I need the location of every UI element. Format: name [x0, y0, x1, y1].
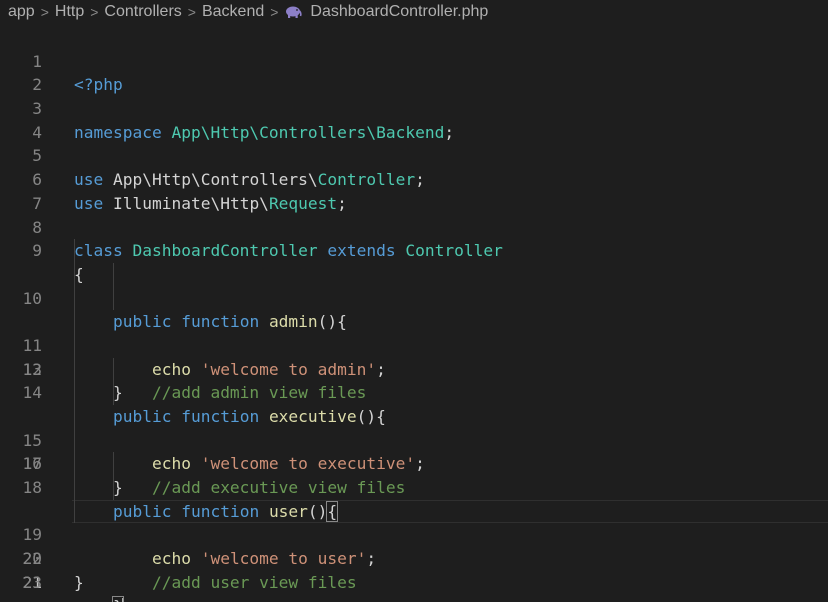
indent-guide — [74, 405, 75, 429]
indent-guide — [74, 286, 75, 311]
code-line[interactable]: 13 } — [0, 310, 828, 402]
code-line[interactable]: 12 //add admin view files — [0, 286, 828, 402]
chevron-right-icon: > — [270, 4, 279, 20]
indent-guide — [74, 476, 75, 500]
indent-guide — [113, 452, 114, 477]
indent-guide — [74, 452, 75, 477]
code-text: } — [74, 595, 124, 602]
chevron-right-icon: > — [40, 4, 49, 20]
code-editor[interactable]: app > Http > Controllers > Backend > Das… — [0, 0, 828, 602]
code-line[interactable]: 15 echo 'welcome to executive'; — [0, 357, 828, 473]
indent-guide — [74, 333, 75, 358]
text-cursor — [121, 598, 124, 602]
code-line[interactable]: 23 — [0, 547, 828, 592]
code-line[interactable]: 22 } — [0, 523, 828, 592]
indent-guide — [74, 428, 75, 453]
breadcrumb: app > Http > Controllers > Backend > Das… — [0, 0, 828, 24]
code-line[interactable]: 9 { — [0, 216, 828, 284]
code-line[interactable]: 1 <?php — [0, 26, 828, 95]
breadcrumb-item-http[interactable]: Http — [55, 3, 84, 21]
code-line[interactable]: 18 public function user(){ — [0, 428, 828, 522]
code-line[interactable]: 10 public function admin(){ — [0, 239, 828, 331]
code-line[interactable]: 7 — [0, 168, 828, 213]
chevron-right-icon: > — [90, 4, 99, 20]
breadcrumb-item-backend[interactable]: Backend — [202, 3, 264, 21]
code-text: //add user view files — [151, 572, 357, 592]
code-line[interactable]: 2 — [0, 50, 828, 94]
code-line[interactable]: 14 public function executive(){ — [0, 333, 828, 426]
code-line[interactable]: 20 //add user view files — [0, 476, 828, 592]
code-line[interactable]: 8 class DashboardController extends Cont… — [0, 192, 828, 261]
code-text: } — [74, 572, 84, 592]
indent-guide — [74, 262, 75, 287]
breadcrumb-file[interactable]: DashboardController.php — [310, 3, 488, 21]
code-line[interactable]: 6 use Illuminate\Http\Request; — [0, 144, 828, 213]
indent-guide — [113, 357, 114, 382]
current-line-highlight — [72, 499, 828, 524]
breadcrumb-item-app[interactable]: app — [8, 3, 35, 21]
indent-guide — [74, 357, 75, 382]
code-line[interactable]: 16 //add executive view files — [0, 381, 828, 497]
code-line[interactable]: 11 echo 'welcome to admin'; — [0, 262, 828, 379]
code-line[interactable]: 4 — [0, 97, 828, 142]
breadcrumb-item-controllers[interactable]: Controllers — [104, 3, 181, 21]
indent-guide — [74, 310, 75, 334]
indent-guide — [74, 381, 75, 405]
indent-guide — [113, 476, 114, 500]
code-line[interactable]: 3 namespace App\Http\Controllers\Backend… — [0, 73, 828, 142]
line-number: 23 — [22, 572, 43, 592]
chevron-right-icon: > — [187, 4, 196, 20]
indent-guide — [113, 286, 114, 311]
code-area[interactable]: 1 <?php 2 3 namespace App\Http\Controlle… — [0, 26, 828, 602]
indent-guide — [113, 381, 114, 405]
php-elephant-icon — [284, 5, 303, 19]
code-line[interactable]: 5 use App\Http\Controllers\Controller; — [0, 121, 828, 189]
indent-guide — [74, 239, 75, 263]
indent-guide — [113, 262, 114, 287]
code-line[interactable]: 19 echo 'welcome to user'; — [0, 452, 828, 568]
code-line-current[interactable]: 21 } — [0, 499, 828, 602]
indent-guide — [74, 499, 75, 524]
code-line[interactable]: 17 } — [0, 405, 828, 497]
